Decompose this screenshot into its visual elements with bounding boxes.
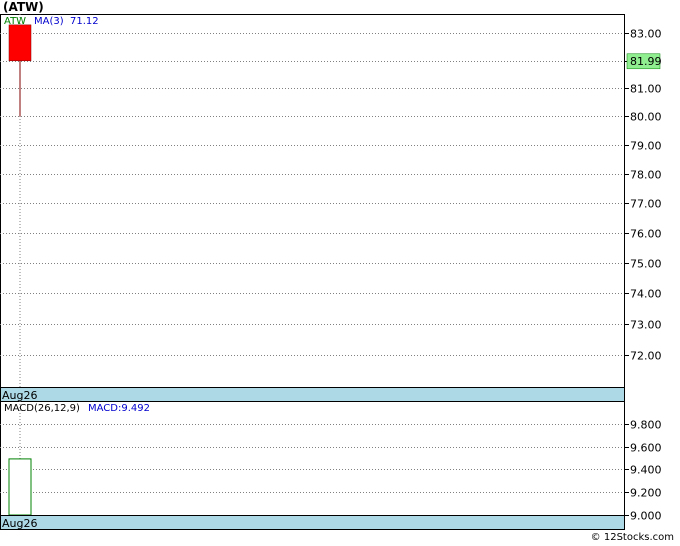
price-tick-label-9: 74.00 [630,288,662,301]
price-tick-label-3: 80.00 [630,111,662,124]
price-tick-label-8: 75.00 [630,258,662,271]
price-x-axis-label: Aug26 [2,389,37,402]
copyright-footer[interactable]: © 12Stocks.com [591,532,674,543]
macd-tick-label-4: 9.000 [630,510,662,523]
macd-bars [8,458,32,516]
price-tick-label-5: 78.00 [630,169,662,182]
last-price-tag: 81.99 [626,53,662,70]
price-tick-label-7: 76.00 [630,228,662,241]
price-tick-label-11: 72.00 [630,350,662,363]
macd-panel: 9.8009.6009.4009.2009.000 MACD(26,12,9) … [0,401,662,530]
macd-tick-label-0: 9.800 [630,419,662,432]
price-tick-label-2: 81.00 [630,83,662,96]
price-tick-label-4: 79.00 [630,140,662,153]
price-x-axis-band [0,387,625,402]
candle-body-0 [8,24,32,62]
macd-y-axis: 9.800 9.600 9.400 9.200 9.000 [624,419,662,523]
legend-symbol: ATW [4,16,26,27]
macd-bar-0 [8,458,32,516]
macd-x-axis-label: Aug26 [2,517,37,530]
macd-tick-label-1: 9.600 [630,442,662,455]
chart-canvas: 83.0082.0081.0080.0079.0078.0077.0076.00… [0,14,662,530]
price-tick-label-6: 77.00 [630,198,662,211]
price-y-axis: 83.0082.0081.0080.0079.0078.0077.0076.00… [624,28,662,363]
price-plot-frame [0,14,625,388]
legend-ma-value: 71.12 [70,16,99,27]
price-panel: 83.0082.0081.0080.0079.0078.0077.0076.00… [0,14,662,402]
legend-ma-label: MA(3) [34,16,64,27]
macd-legend-label: MACD(26,12,9) [4,403,80,414]
last-price-label: 81.99 [630,55,662,68]
price-tick-label-0: 83.00 [630,28,662,41]
macd-tick-label-3: 9.200 [630,487,662,500]
macd-tick-label-2: 9.400 [630,464,662,477]
macd-plot-frame [0,401,625,516]
price-tick-label-10: 73.00 [630,319,662,332]
macd-legend-value: MACD:9.492 [88,403,150,414]
macd-x-axis-band [0,515,625,530]
